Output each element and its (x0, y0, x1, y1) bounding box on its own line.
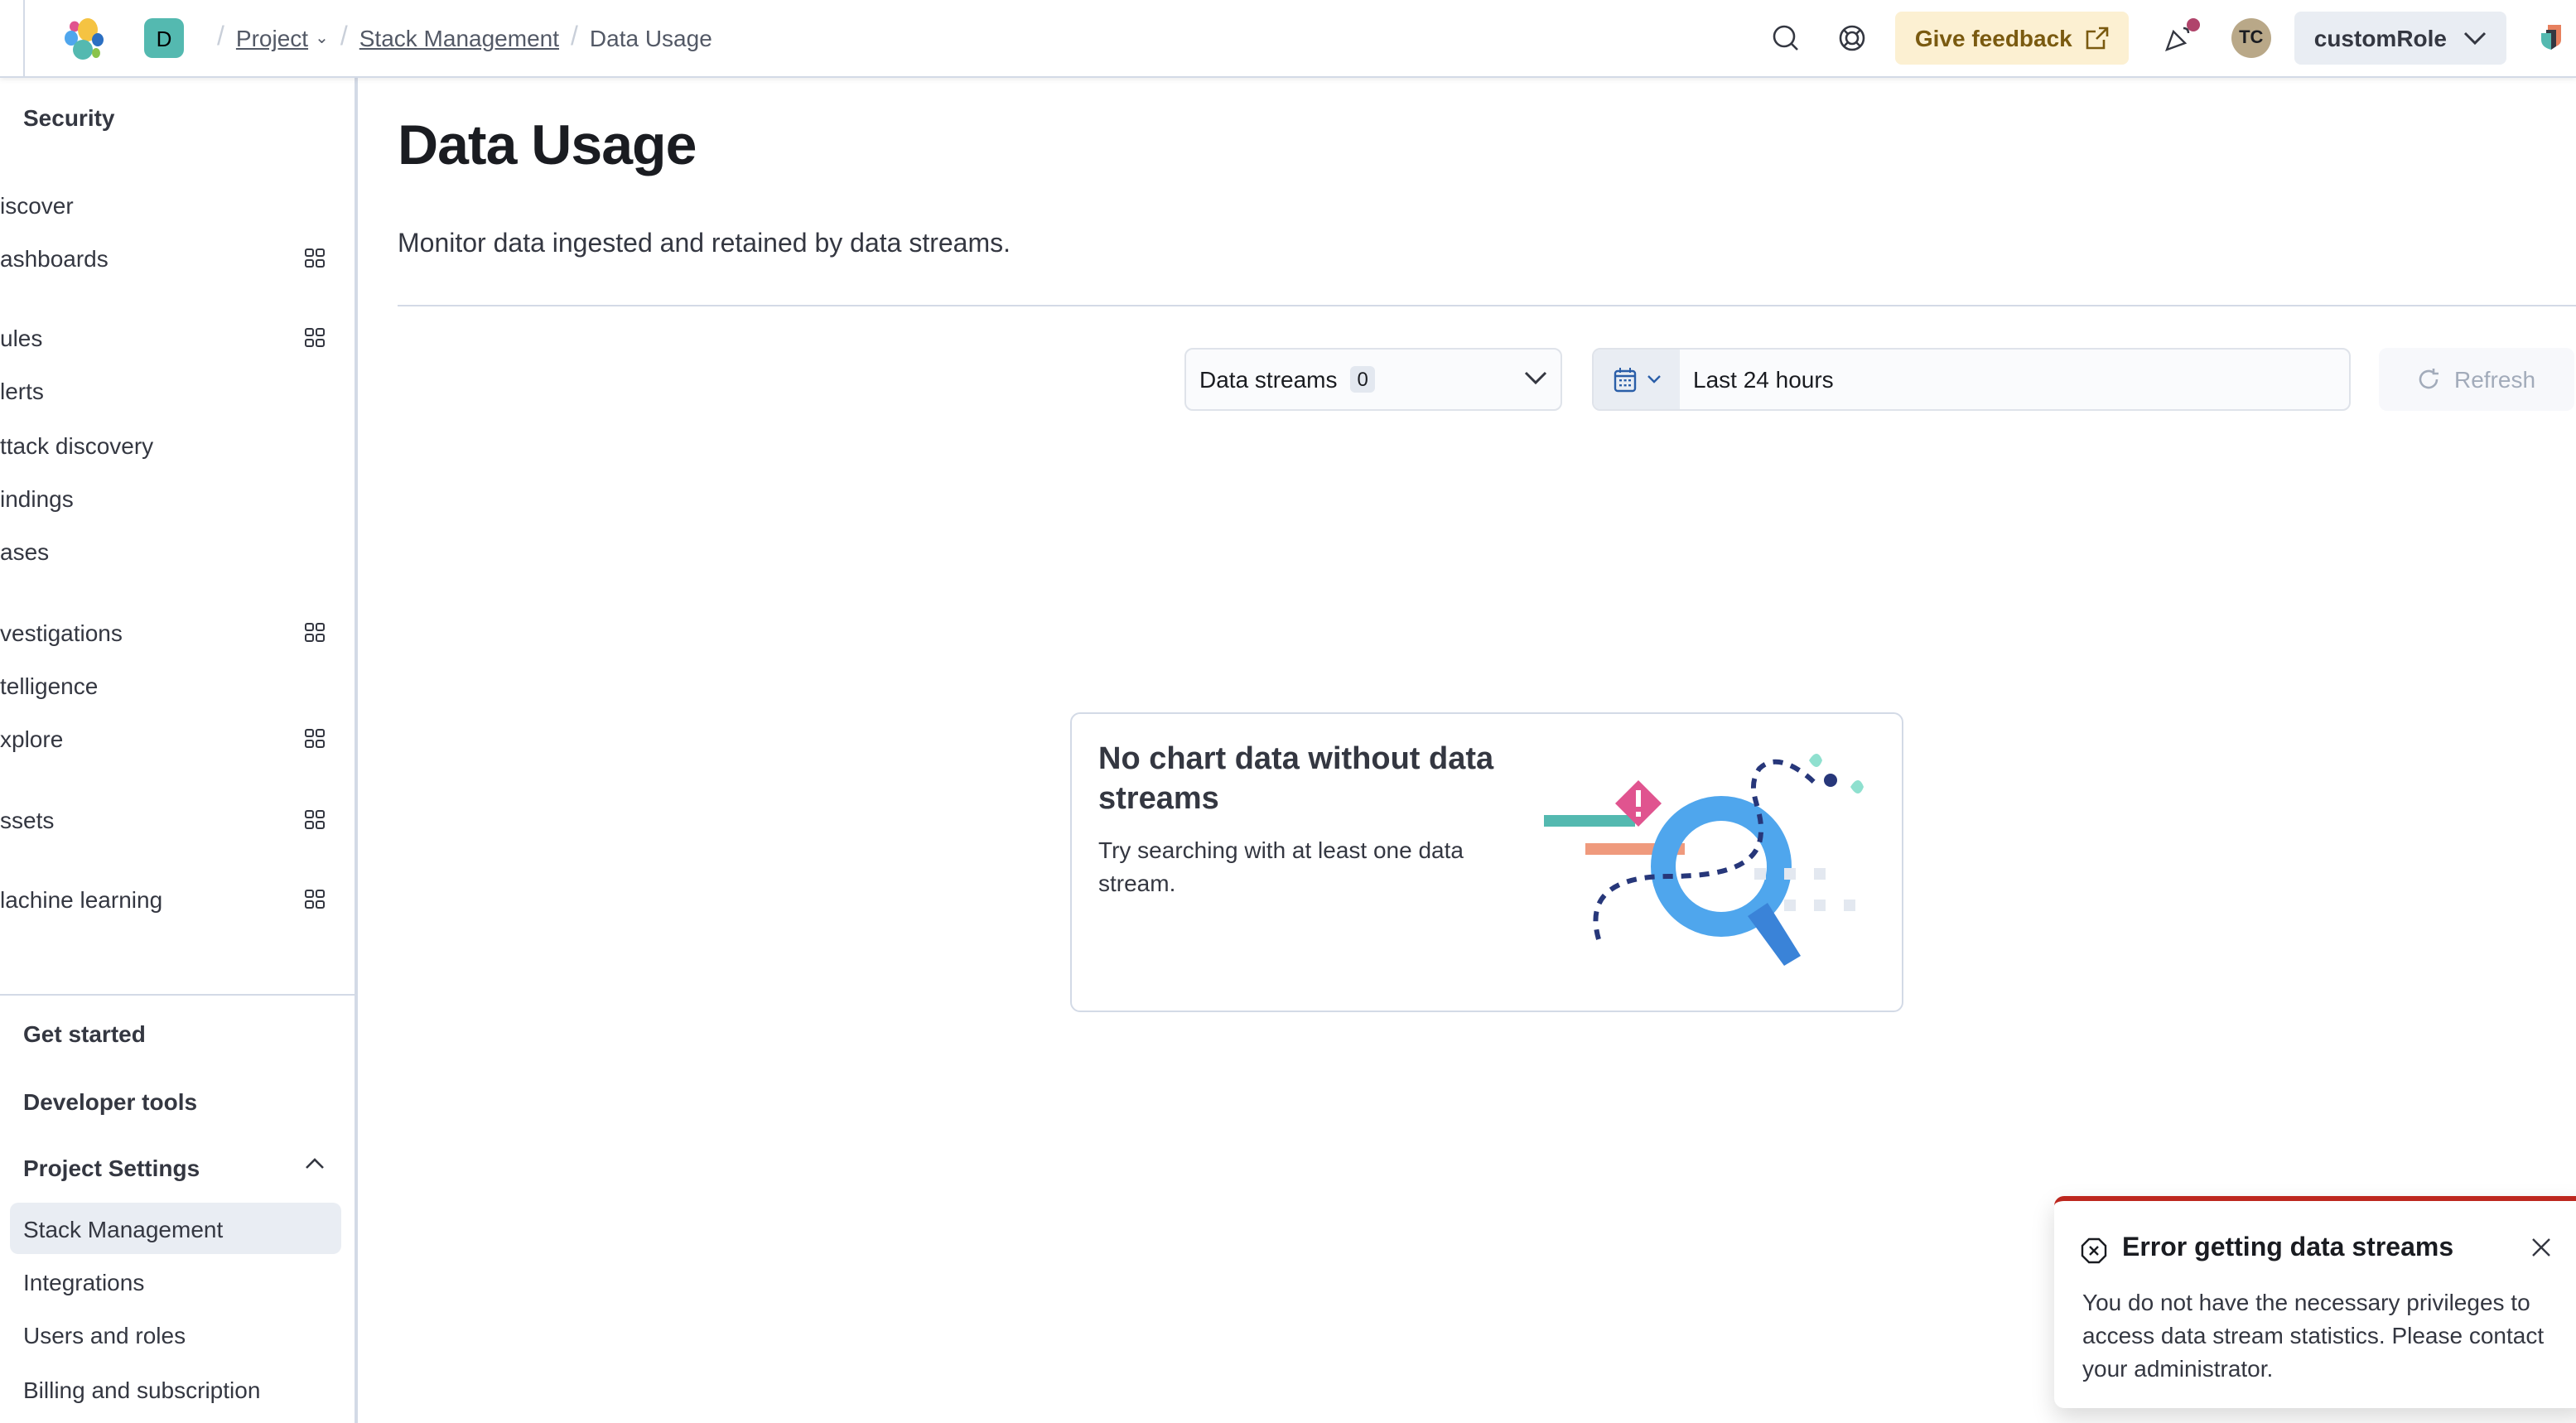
chevron-down-icon (2463, 31, 2487, 46)
app-panel-icon[interactable] (305, 623, 325, 643)
search-button[interactable] (1763, 15, 1809, 61)
nav-item-alerts[interactable]: lerts (0, 371, 355, 411)
news-feed-button[interactable] (2155, 15, 2202, 61)
nav-project-settings[interactable]: Project Settings (23, 1155, 200, 1181)
nav-billing-and-subscription[interactable]: Billing and subscription (10, 1363, 341, 1415)
nav-section-title: Security (23, 104, 115, 131)
breadcrumb-separator: / (571, 23, 578, 51)
nav-item-label: iscover (0, 192, 74, 219)
nav-users-and-roles[interactable]: Users and roles (10, 1309, 341, 1360)
breadcrumb: / Project ⌄ / Stack Management / Data Us… (205, 0, 712, 76)
search-icon (1773, 25, 1798, 51)
nav-item-dashboards[interactable]: ashboards (0, 239, 355, 278)
nav-item-label: ases (0, 538, 50, 565)
nav-item-cases[interactable]: ases (0, 532, 355, 572)
role-menu-button[interactable]: customRole (2294, 12, 2506, 65)
refresh-icon (2419, 369, 2439, 389)
nav-item-investigations[interactable]: vestigations (0, 613, 355, 653)
app-panel-icon[interactable] (305, 890, 325, 909)
external-link-icon (2086, 27, 2109, 50)
toast-message: You do not have the necessary privileges… (2082, 1289, 2545, 1382)
nav-divider (0, 994, 355, 996)
nav-stack-management[interactable]: Stack Management (10, 1203, 341, 1254)
nav-item-label: indings (0, 485, 74, 512)
chevron-down-icon[interactable]: ⌄ (315, 29, 329, 47)
app-panel-icon[interactable] (305, 810, 325, 830)
nav-item-label: xplore (0, 726, 64, 752)
give-feedback-button[interactable]: Give feedback (1894, 12, 2129, 65)
side-navigation: Security iscover ashboards ules lerts tt… (0, 78, 358, 1423)
breadcrumb-current: Data Usage (589, 25, 712, 51)
top-header: D / Project ⌄ / Stack Management / Data … (0, 0, 2576, 78)
header-actions: Give feedback TC customRole (1753, 0, 2576, 76)
give-feedback-label: Give feedback (1914, 25, 2072, 51)
nav-item-attack-discovery[interactable]: ttack discovery (0, 426, 355, 465)
user-avatar[interactable]: TC (2231, 18, 2271, 58)
refresh-label: Refresh (2453, 366, 2536, 393)
error-toast: Error getting data streams You do not ha… (2054, 1196, 2576, 1408)
header-divider (398, 305, 2576, 306)
close-icon[interactable] (2531, 1237, 2551, 1257)
refresh-button[interactable]: Refresh (2379, 348, 2574, 411)
nav-item-label: ttack discovery (0, 432, 154, 459)
toast-title: Error getting data streams (2122, 1234, 2454, 1262)
nav-item-rules[interactable]: ules (0, 318, 355, 358)
data-streams-label: Data streams (1199, 366, 1338, 393)
breadcrumb-stack-management[interactable]: Stack Management (359, 25, 559, 51)
app-panel-icon[interactable] (305, 248, 325, 268)
nav-item-intelligence[interactable]: telligence (0, 666, 355, 706)
notification-dot (2186, 18, 2200, 31)
nav-item-label: telligence (0, 673, 99, 699)
nav-item-label: lachine learning (0, 886, 163, 913)
app-panel-icon[interactable] (305, 328, 325, 348)
error-icon (2081, 1237, 2107, 1264)
data-streams-filter[interactable]: Data streams 0 (1184, 348, 1562, 411)
empty-state-panel: No chart data without data streams Try s… (1070, 712, 1903, 1012)
elastic-logo[interactable] (63, 17, 106, 60)
help-button[interactable] (1829, 15, 1875, 61)
nav-developer-tools[interactable]: Developer tools (23, 1088, 197, 1115)
breadcrumb-project-label: Project (235, 25, 309, 51)
breadcrumb-project[interactable]: Project (236, 25, 308, 51)
empty-state-title: No chart data without data streams (1098, 742, 1494, 817)
nav-item-assets[interactable]: ssets (0, 800, 355, 840)
nav-item-label: vestigations (0, 620, 123, 646)
nav-item-machine-learning[interactable]: lachine learning (0, 880, 355, 919)
data-streams-count-badge: 0 (1350, 366, 1375, 393)
quick-select-button[interactable] (1594, 350, 1680, 409)
calendar-icon (1613, 368, 1636, 393)
role-label: customRole (2313, 25, 2447, 51)
header-left-edge (23, 0, 25, 76)
nav-item-label: lerts (0, 378, 44, 404)
nav-item-label: ashboards (0, 245, 109, 272)
chevron-up-icon[interactable] (305, 1156, 325, 1170)
chevron-down-icon (1524, 371, 1547, 385)
app-panel-icon[interactable] (305, 729, 325, 749)
nav-get-started[interactable]: Get started (23, 1020, 146, 1047)
breadcrumb-separator: / (217, 23, 224, 51)
date-range-picker: Last 24 hours (1592, 348, 2351, 411)
empty-state-body: Try searching with at least one data str… (1098, 837, 1464, 896)
nav-item-label: ules (0, 325, 43, 351)
page-description: Monitor data ingested and retained by da… (398, 230, 1011, 258)
no-results-illustration (1544, 754, 1864, 966)
page-title: Data Usage (398, 114, 697, 177)
nav-item-explore[interactable]: xplore (0, 719, 355, 759)
breadcrumb-separator: / (340, 23, 348, 51)
space-avatar[interactable]: D (144, 18, 184, 58)
nav-item-findings[interactable]: indings (0, 479, 355, 519)
help-icon (1839, 25, 1865, 51)
date-range-value[interactable]: Last 24 hours (1693, 366, 1834, 393)
nav-integrations[interactable]: Integrations (10, 1256, 341, 1307)
chevron-down-icon (1647, 375, 1660, 383)
security-shield-icon[interactable] (2540, 23, 2563, 53)
nav-item-label: ssets (0, 807, 55, 833)
nav-item-discover[interactable]: iscover (0, 186, 355, 225)
